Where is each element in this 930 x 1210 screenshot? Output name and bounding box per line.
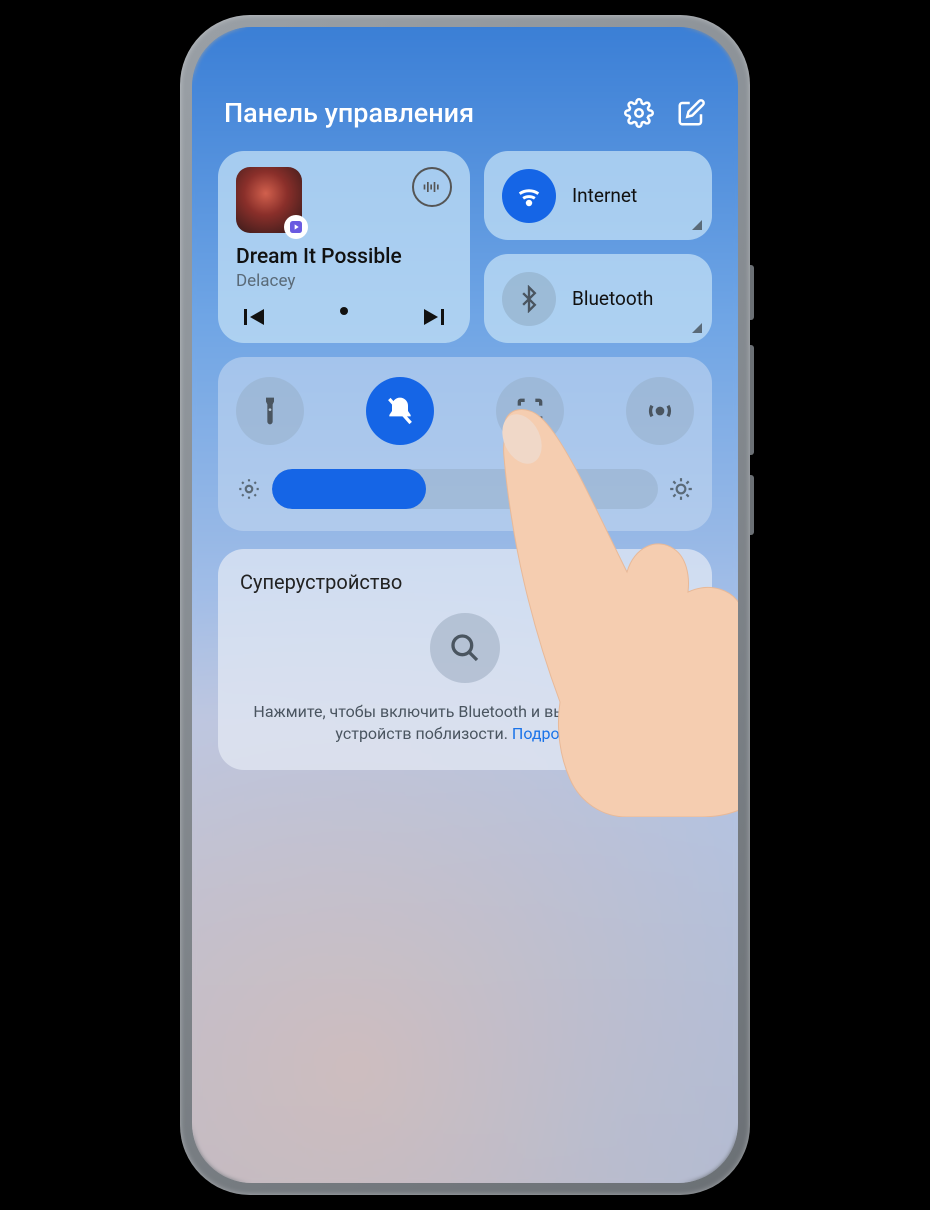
brightness-low-icon bbox=[236, 476, 262, 502]
screen: Панель управления bbox=[192, 27, 738, 1183]
super-device-title: Суперустройство bbox=[240, 570, 402, 594]
internet-toggle[interactable]: Internet bbox=[484, 151, 712, 240]
side-button bbox=[750, 475, 754, 535]
phone-frame: Панель управления bbox=[180, 15, 750, 1195]
wifi-icon bbox=[502, 169, 556, 223]
song-artist: Delacey bbox=[236, 271, 452, 291]
music-player-card[interactable]: Dream It Possible Delacey bbox=[218, 151, 470, 343]
album-art bbox=[236, 167, 302, 233]
learn-more-link[interactable]: Подробнее bbox=[512, 724, 595, 743]
bluetooth-icon bbox=[502, 272, 556, 326]
side-button bbox=[750, 265, 754, 320]
nfc-toggle[interactable] bbox=[626, 377, 694, 445]
play-icon[interactable] bbox=[330, 305, 358, 329]
screenshot-toggle[interactable] bbox=[496, 377, 564, 445]
music-app-badge-icon bbox=[284, 215, 308, 239]
next-track-icon[interactable] bbox=[420, 305, 448, 329]
audio-output-icon[interactable] bbox=[412, 167, 452, 207]
brightness-slider[interactable] bbox=[272, 469, 658, 509]
bluetooth-toggle[interactable]: Bluetooth bbox=[484, 254, 712, 343]
super-device-card: Суперустройство Нажмите, чтобы включить … bbox=[218, 549, 712, 770]
expand-corner-icon bbox=[692, 220, 702, 230]
bluetooth-label: Bluetooth bbox=[572, 287, 653, 310]
flashlight-toggle[interactable] bbox=[236, 377, 304, 445]
song-title: Dream It Possible bbox=[236, 245, 452, 269]
side-button bbox=[750, 345, 754, 455]
quick-toggles-panel bbox=[218, 357, 712, 531]
internet-label: Internet bbox=[572, 184, 637, 207]
header-bar: Панель управления bbox=[218, 97, 712, 129]
brightness-high-icon bbox=[668, 476, 694, 502]
close-icon[interactable] bbox=[664, 569, 690, 595]
mute-notifications-toggle[interactable] bbox=[366, 377, 434, 445]
settings-icon[interactable] bbox=[624, 98, 654, 128]
expand-corner-icon bbox=[692, 323, 702, 333]
hint-text: Нажмите, чтобы включить Bluetooth и выпо… bbox=[253, 702, 676, 743]
edit-icon[interactable] bbox=[676, 98, 706, 128]
previous-track-icon[interactable] bbox=[240, 305, 268, 329]
brightness-fill bbox=[272, 469, 426, 509]
page-title: Панель управления bbox=[224, 97, 474, 129]
search-devices-button[interactable] bbox=[430, 613, 500, 683]
super-device-hint: Нажмите, чтобы включить Bluetooth и выпо… bbox=[240, 701, 690, 746]
